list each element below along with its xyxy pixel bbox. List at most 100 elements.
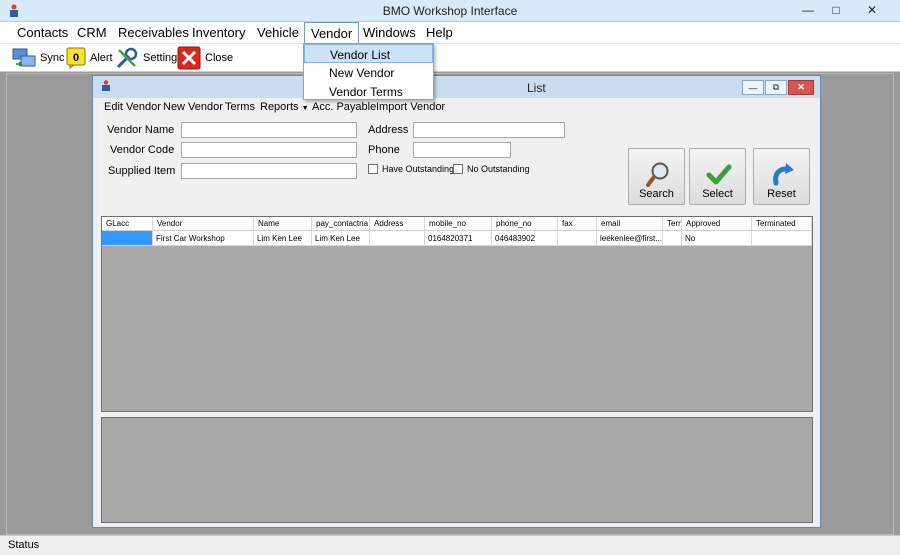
table-cell[interactable]: leekenlee@first... (597, 231, 663, 246)
grid-header[interactable]: Vendor (153, 217, 254, 231)
table-cell[interactable] (558, 231, 597, 246)
supplied-item-label: Supplied Item (108, 165, 176, 177)
vendor-list-window: List — ⧉ ✕ Edit Vendor New Vendor Terms … (92, 75, 821, 528)
no-outstanding-label: No Outstanding (467, 164, 530, 174)
close-icon[interactable]: ✕ (850, 0, 894, 20)
minimize-icon[interactable]: — (794, 0, 822, 20)
menu-bar: Contacts CRM Receivables Inventory Vehic… (0, 22, 900, 44)
toolbar: Sync 0 Alert Setting Close (0, 44, 900, 72)
close-button[interactable]: Close (177, 46, 233, 70)
detail-grid[interactable] (101, 417, 813, 523)
menu-new-vendor[interactable]: New Vendor (163, 101, 223, 113)
grid-header[interactable]: phone_no (492, 217, 558, 231)
table-cell[interactable]: 0164820371 (425, 231, 492, 246)
status-bar: Status (0, 535, 900, 555)
table-cell[interactable]: Lim Ken Lee (254, 231, 312, 246)
table-cell[interactable] (752, 231, 812, 246)
menu-item-vendor-list[interactable]: Vendor List (304, 44, 433, 63)
address-input[interactable] (413, 122, 565, 138)
menu-inventory[interactable]: Inventory (192, 25, 245, 40)
setting-button[interactable]: Setting (115, 46, 177, 70)
vendor-grid: GLacc Vendor Name pay_contactna Address … (101, 216, 813, 412)
window-title: BMO Workshop Interface (382, 4, 518, 18)
menu-import-vendor[interactable]: Import Vendor (376, 101, 445, 113)
table-cell[interactable] (370, 231, 425, 246)
menu-vehicle[interactable]: Vehicle (257, 25, 299, 40)
menu-crm[interactable]: CRM (77, 25, 107, 40)
vendor-dropdown-menu: Vendor List New Vendor Vendor Terms (303, 43, 434, 100)
address-label: Address (368, 124, 409, 136)
grid-header[interactable]: mobile_no (425, 217, 492, 231)
close-label: Close (205, 52, 234, 64)
child-menu-bar: Edit Vendor New Vendor Terms Reports ▼ A… (97, 98, 816, 116)
grid-header[interactable]: Address (370, 217, 425, 231)
menu-edit-vendor[interactable]: Edit Vendor (104, 101, 161, 113)
phone-input[interactable] (413, 142, 511, 158)
select-button[interactable]: Select (689, 148, 746, 205)
grid-header[interactable]: email (597, 217, 663, 231)
select-label: Select (702, 188, 733, 200)
child-app-icon (102, 80, 110, 91)
table-cell[interactable]: Lim Ken Lee (312, 231, 370, 246)
grid-header[interactable]: Terr (663, 217, 682, 231)
dropdown-arrow-icon: ▼ (301, 105, 309, 112)
phone-label: Phone (368, 144, 400, 156)
menu-terms[interactable]: Terms (225, 101, 255, 113)
reset-button[interactable]: Reset (753, 148, 810, 205)
search-button[interactable]: Search (628, 148, 685, 205)
menu-reports-label: Reports (260, 101, 299, 113)
grid-header[interactable]: GLacc (102, 217, 153, 231)
wrench-icon (116, 47, 138, 69)
menu-item-new-vendor[interactable]: New Vendor (304, 63, 433, 82)
child-close-icon[interactable]: ✕ (788, 80, 814, 95)
menu-receivables[interactable]: Receivables (118, 25, 189, 40)
checkmark-icon (706, 164, 732, 185)
grid-header[interactable]: Approved (682, 217, 752, 231)
supplied-item-input[interactable] (181, 163, 357, 179)
grid-header[interactable]: Name (254, 217, 312, 231)
reset-label: Reset (767, 188, 796, 200)
menu-item-vendor-terms[interactable]: Vendor Terms (304, 82, 433, 101)
setting-label: Setting (143, 52, 178, 64)
vendor-code-input[interactable] (181, 142, 357, 158)
menu-windows[interactable]: Windows (363, 25, 416, 40)
status-text: Status (8, 539, 40, 551)
table-cell[interactable]: 046483902 (492, 231, 558, 246)
vendor-name-label: Vendor Name (107, 124, 175, 136)
menu-vendor[interactable]: Vendor (304, 22, 360, 44)
alert-count: 0 (73, 52, 79, 64)
search-icon (646, 162, 669, 187)
grid-header[interactable]: pay_contactna (312, 217, 370, 231)
table-cell[interactable] (102, 231, 153, 246)
child-title: List (527, 81, 546, 95)
table-cell[interactable]: No (682, 231, 752, 246)
table-cell[interactable] (663, 231, 682, 246)
child-body: Edit Vendor New Vendor Terms Reports ▼ A… (97, 98, 816, 525)
sync-button[interactable]: Sync (12, 46, 64, 70)
grid-header[interactable]: fax (558, 217, 597, 231)
have-outstanding-checkbox[interactable] (368, 164, 378, 174)
no-outstanding-checkbox[interactable] (453, 164, 463, 174)
menu-help[interactable]: Help (426, 25, 453, 40)
alert-label: Alert (90, 52, 113, 64)
child-window-controls: — ⧉ ✕ (742, 80, 814, 95)
app-titlebar: BMO Workshop Interface — □ ✕ (0, 0, 900, 22)
search-label: Search (639, 188, 674, 200)
alert-icon: 0 (66, 47, 86, 69)
window-controls: — □ ✕ (794, 0, 894, 20)
vendor-code-label: Vendor Code (110, 144, 175, 156)
child-restore-icon[interactable]: ⧉ (765, 80, 787, 95)
refresh-icon (773, 163, 794, 186)
alert-button[interactable]: 0 Alert (66, 46, 113, 70)
table-cell[interactable]: First Car Workshop (153, 231, 254, 246)
grid-header[interactable]: Terminated (752, 217, 812, 231)
child-minimize-icon[interactable]: — (742, 80, 764, 95)
sync-icon (12, 48, 36, 67)
menu-acc-payable[interactable]: Acc. Payable (312, 101, 376, 113)
sync-label: Sync (40, 52, 65, 64)
menu-reports[interactable]: Reports ▼ (260, 101, 309, 113)
child-titlebar: List — ⧉ ✕ (93, 76, 820, 98)
menu-contacts[interactable]: Contacts (17, 25, 68, 40)
vendor-name-input[interactable] (181, 122, 357, 138)
maximize-icon[interactable]: □ (822, 0, 850, 20)
